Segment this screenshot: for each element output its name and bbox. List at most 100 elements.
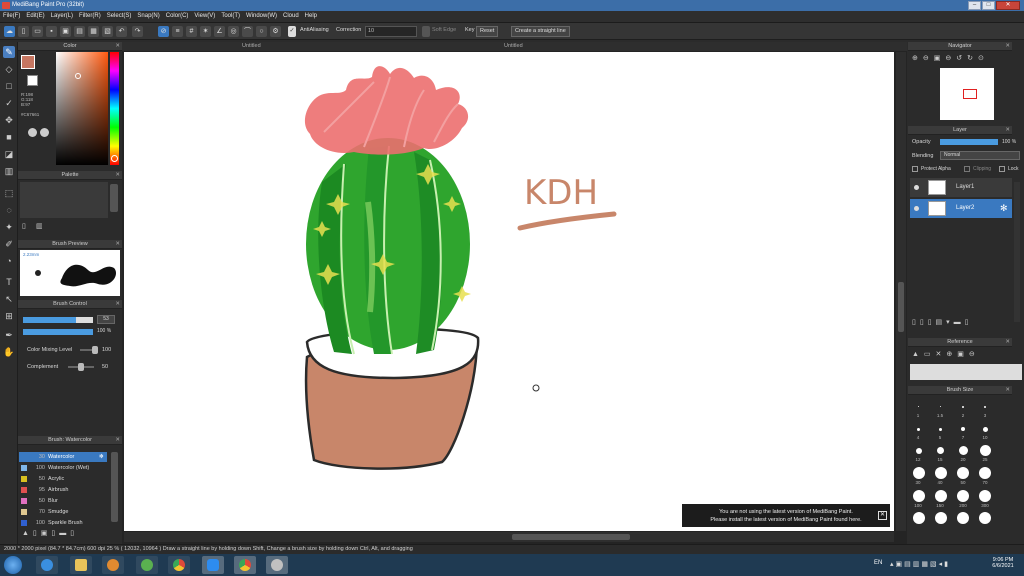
color-mixing-handle[interactable] <box>92 346 98 354</box>
parallel-snap-icon[interactable]: ≡ <box>172 26 183 37</box>
menu-snap[interactable]: Snap(N) <box>134 11 162 21</box>
brush-size-dot[interactable] <box>913 512 925 524</box>
close-icon[interactable]: ✕ <box>1005 386 1010 395</box>
clipping-checkbox[interactable] <box>964 166 970 172</box>
brush-size-dot[interactable] <box>913 490 925 502</box>
select-tool-icon[interactable]: ⬚ <box>3 187 15 199</box>
color-slider-icon[interactable] <box>40 128 49 137</box>
brush-tool-icon[interactable]: ✎ <box>3 46 15 58</box>
navigator-zoom-controls[interactable]: ⊕⊖▣⊖↺↻⊙ <box>912 54 989 62</box>
tab-untitled-left[interactable]: Untitled <box>242 43 261 49</box>
brush-size-dot[interactable] <box>984 406 986 408</box>
text-tool-icon[interactable]: T <box>3 276 15 288</box>
export-icon[interactable]: ▧ <box>102 26 113 37</box>
brush-size-dot[interactable] <box>935 490 947 502</box>
layer-opacity-slider[interactable] <box>940 139 998 145</box>
brush-item[interactable]: 95 Airbrush <box>19 485 107 495</box>
vertical-scroll-thumb[interactable] <box>898 282 904 332</box>
close-icon[interactable]: ✕ <box>1005 126 1010 135</box>
update-notice[interactable]: You are not using the latest version of … <box>682 504 890 527</box>
language-indicator[interactable]: EN <box>874 560 882 566</box>
save-icon[interactable]: ▪ <box>46 26 57 37</box>
menu-cloud[interactable]: Cloud <box>280 11 302 21</box>
brush-size-dot[interactable] <box>979 512 991 524</box>
navigator-thumbnail[interactable] <box>940 68 994 120</box>
minimize-button[interactable]: – <box>968 1 981 10</box>
bucket-tool-icon[interactable]: ◪ <box>3 148 15 160</box>
close-icon[interactable]: ✕ <box>878 511 887 520</box>
menu-help[interactable]: Help <box>302 11 320 21</box>
select-pen-tool-icon[interactable]: ✐ <box>3 238 15 250</box>
menu-file[interactable]: File(F) <box>0 11 23 21</box>
straight-line-button[interactable]: Create a straight line <box>511 26 570 37</box>
operation-tool-icon[interactable]: ↖ <box>3 293 15 305</box>
complement-handle[interactable] <box>78 363 84 371</box>
brush-size-dot[interactable] <box>935 467 947 479</box>
grid-snap-icon[interactable]: # <box>186 26 197 37</box>
tray-icons[interactable]: ▴▣▤▥▦▧◂▮ <box>890 560 950 568</box>
brush-size-dot[interactable] <box>979 467 991 479</box>
brush-size-dot[interactable] <box>957 467 969 479</box>
lasso-tool-icon[interactable]: ◌ <box>3 204 15 216</box>
image-icon[interactable]: ▦ <box>88 26 99 37</box>
palette-scrollbar[interactable] <box>110 184 118 212</box>
brush-size-dot[interactable] <box>939 428 942 431</box>
close-icon[interactable]: ✕ <box>115 240 120 249</box>
brush-item[interactable]: 50 Acrylic <box>19 474 107 484</box>
menu-view[interactable]: View(V) <box>191 11 218 21</box>
correction-select[interactable]: 10 <box>365 26 417 37</box>
redo-icon[interactable]: ↷ <box>132 26 143 37</box>
start-button[interactable] <box>4 556 22 574</box>
snap-off-icon[interactable]: ⊘ <box>158 26 169 37</box>
antialiasing-checkbox[interactable]: ✓ <box>288 26 296 37</box>
eraser-tool-icon[interactable]: ◇ <box>3 63 15 75</box>
close-icon[interactable]: ✕ <box>115 436 120 445</box>
settings-snap-icon[interactable]: ⚙ <box>270 26 281 37</box>
taskbar-media[interactable] <box>102 556 124 574</box>
select-eraser-tool-icon[interactable]: ◔ <box>3 255 15 267</box>
horizontal-scrollbar[interactable] <box>124 532 894 542</box>
brush-size-dot[interactable] <box>983 427 988 432</box>
brush-item[interactable]: 100 Sparkle Brush <box>19 518 107 528</box>
brush-size-dot[interactable] <box>959 446 968 455</box>
taskbar-chrome[interactable] <box>168 556 190 574</box>
ellipse-snap-icon[interactable]: ○ <box>256 26 267 37</box>
download-icon[interactable]: ▤ <box>74 26 85 37</box>
layer-row[interactable]: Layer2 ✻ <box>910 199 1012 218</box>
brush-size-dot[interactable] <box>962 406 964 408</box>
brush-size-slider[interactable] <box>23 317 93 323</box>
cloud-icon[interactable]: ☁ <box>4 26 15 37</box>
menu-window[interactable]: Window(W) <box>243 11 280 21</box>
close-icon[interactable]: ✕ <box>115 300 120 309</box>
menu-select[interactable]: Select(S) <box>104 11 135 21</box>
angle-snap-icon[interactable]: ∠ <box>214 26 225 37</box>
close-icon[interactable]: ✕ <box>115 171 120 180</box>
reference-area[interactable] <box>910 364 1022 380</box>
circle-snap-icon[interactable]: ◎ <box>228 26 239 37</box>
undo-icon[interactable]: ↶ <box>116 26 127 37</box>
shape-tool-icon[interactable]: □ <box>3 80 15 92</box>
reference-actions[interactable]: ▲▭✕⊕▣⊖ <box>912 350 980 358</box>
hand-tool-icon[interactable]: ✋ <box>3 346 15 358</box>
complement-slider[interactable] <box>68 363 94 371</box>
new-file-icon[interactable]: ▯ <box>18 26 29 37</box>
gear-icon[interactable]: ✻ <box>99 452 104 462</box>
brush-size-dot[interactable] <box>935 512 947 524</box>
gear-icon[interactable]: ✻ <box>1000 203 1008 214</box>
taskbar-zalo[interactable] <box>202 556 224 574</box>
brush-item[interactable]: 30 Watercolor ✻ <box>19 452 107 462</box>
taskbar-explorer[interactable] <box>70 556 92 574</box>
blending-select[interactable]: Normal <box>940 151 1020 160</box>
fill-rect-tool-icon[interactable]: ■ <box>3 131 15 143</box>
hue-slider[interactable] <box>110 52 119 165</box>
hue-handle[interactable] <box>111 155 118 162</box>
brush-size-value[interactable]: 53 <box>97 315 115 324</box>
radial-snap-icon[interactable]: ✶ <box>200 26 211 37</box>
brush-list-actions[interactable]: ▲▯▣▯▬▯ <box>22 529 78 537</box>
protect-alpha-checkbox[interactable] <box>912 166 918 172</box>
open-icon[interactable]: ▭ <box>32 26 43 37</box>
color-wheel-icon[interactable] <box>28 128 37 137</box>
brush-size-dot[interactable] <box>957 490 969 502</box>
soft-edge-checkbox[interactable] <box>422 26 430 37</box>
menu-filter[interactable]: Filter(R) <box>76 11 104 21</box>
